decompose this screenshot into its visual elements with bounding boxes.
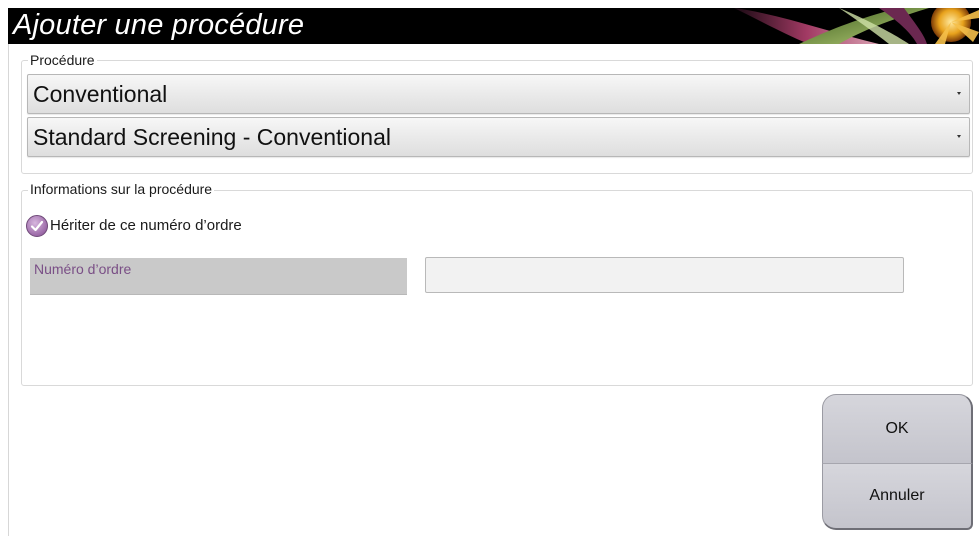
chevron-down-icon bbox=[957, 92, 961, 95]
accession-number-label-box: Numéro d’ordre bbox=[30, 258, 407, 295]
title-bar: Ajouter une procédure bbox=[8, 8, 979, 44]
dialog-title: Ajouter une procédure bbox=[13, 9, 305, 41]
cancel-button[interactable]: Annuler bbox=[822, 463, 973, 530]
chevron-down-icon bbox=[957, 135, 961, 138]
checkmark-icon bbox=[26, 215, 48, 237]
flower-banner-image bbox=[689, 8, 979, 44]
procedure-name-value: Standard Screening - Conventional bbox=[33, 124, 392, 150]
ok-button[interactable]: OK bbox=[822, 394, 973, 463]
inherit-accession-label: Hériter de ce numéro d’ordre bbox=[50, 217, 242, 234]
procedure-name-dropdown[interactable]: Standard Screening - Conventional bbox=[27, 117, 970, 157]
accession-number-input[interactable] bbox=[425, 257, 904, 293]
procedure-type-dropdown[interactable]: Conventional bbox=[27, 74, 970, 114]
procedure-type-value: Conventional bbox=[33, 81, 168, 107]
procedure-group-legend: Procédure bbox=[28, 52, 97, 68]
accession-number-label: Numéro d’ordre bbox=[34, 261, 132, 277]
procedure-info-legend: Informations sur la procédure bbox=[28, 181, 215, 197]
